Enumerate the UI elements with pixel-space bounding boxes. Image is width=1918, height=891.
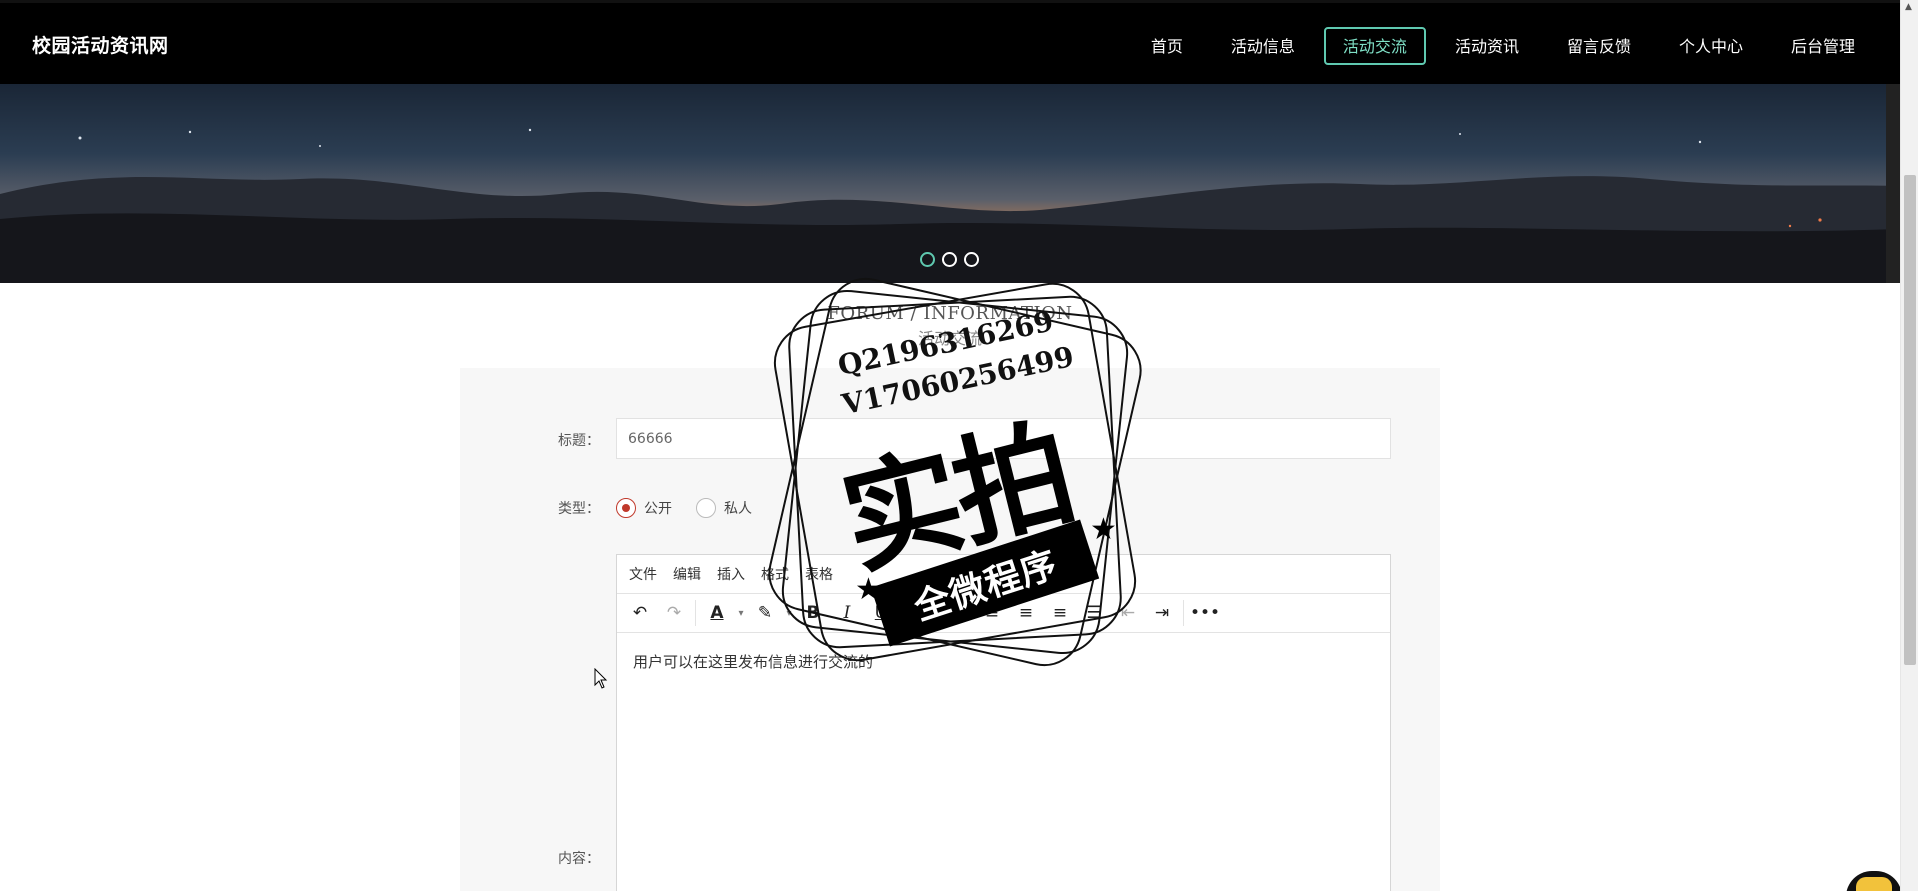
nav-item-admin[interactable]: 后台管理: [1772, 27, 1874, 65]
type-label: 类型：: [558, 501, 600, 517]
carousel-dot-2[interactable]: [942, 252, 957, 267]
forum-post-form: 标题： 类型： 公开 私人 内容： 文件 编辑 插入 格式 表格 ↶: [460, 368, 1440, 891]
toolbar-separator: [1183, 600, 1184, 626]
radio-private[interactable]: 私人: [696, 498, 752, 518]
editor-content[interactable]: 用户可以在这里发布信息进行交流的: [617, 633, 1390, 690]
site-brand[interactable]: 校园活动资讯网: [32, 31, 169, 58]
editor-toolbar: ↶ ↷ A ▾ ✎ ▾ B I U S ☰ ≡ ≡ ≡ ☰ ⇤ ⇥ •••: [617, 594, 1390, 633]
menu-file[interactable]: 文件: [621, 564, 665, 584]
nav-item-home[interactable]: 首页: [1132, 27, 1202, 65]
radio-public-label: 公开: [644, 501, 672, 517]
nav-item-activity-info[interactable]: 活动信息: [1212, 27, 1314, 65]
toolbar-separator: [936, 600, 937, 626]
mouse-cursor-icon: [594, 668, 608, 689]
strikethrough-icon[interactable]: S: [898, 598, 932, 628]
section-title-en: FORUM / INFORMATION: [827, 303, 1073, 324]
align-right-icon[interactable]: ≡: [1043, 598, 1077, 628]
text-color-caret-icon[interactable]: ▾: [734, 608, 748, 619]
banner-edge: [1886, 84, 1900, 283]
italic-icon[interactable]: I: [830, 598, 864, 628]
bullet-list-icon[interactable]: ☰: [941, 598, 975, 628]
undo-icon[interactable]: ↶: [623, 598, 657, 628]
title-label: 标题：: [558, 433, 600, 449]
corner-mascot-icon[interactable]: [1846, 871, 1902, 891]
redo-icon[interactable]: ↷: [657, 598, 691, 628]
menu-table[interactable]: 表格: [797, 564, 841, 584]
carousel-dot-3[interactable]: [964, 252, 979, 267]
main-nav: 首页 活动信息 活动交流 活动资讯 留言反馈 个人中心 后台管理: [1132, 27, 1874, 65]
nav-item-user-center[interactable]: 个人中心: [1660, 27, 1762, 65]
justify-icon[interactable]: ☰: [1077, 598, 1111, 628]
top-navbar: 校园活动资讯网 首页 活动信息 活动交流 活动资讯 留言反馈 个人中心 后台管理: [0, 0, 1900, 84]
menu-format[interactable]: 格式: [753, 564, 797, 584]
title-input[interactable]: [616, 418, 1391, 459]
radio-private-label: 私人: [724, 501, 752, 517]
banner-carousel: [0, 84, 1900, 283]
align-left-icon[interactable]: ≡: [975, 598, 1009, 628]
highlight-caret-icon[interactable]: ▾: [782, 608, 796, 619]
nav-item-feedback[interactable]: 留言反馈: [1548, 27, 1650, 65]
content-label: 内容：: [558, 851, 600, 867]
page-scrollbar[interactable]: ▲: [1900, 0, 1918, 891]
highlight-icon[interactable]: ✎: [748, 598, 782, 628]
scroll-up-arrow-icon[interactable]: ▲: [1905, 2, 1912, 12]
page: 校园活动资讯网 首页 活动信息 活动交流 活动资讯 留言反馈 个人中心 后台管理: [0, 0, 1918, 891]
radio-public-circle[interactable]: [616, 498, 636, 518]
indent-icon[interactable]: ⇥: [1145, 598, 1179, 628]
section-title-cn: 活动交流: [917, 329, 982, 348]
nav-item-activity-forum[interactable]: 活动交流: [1323, 27, 1426, 65]
scroll-thumb[interactable]: [1904, 175, 1916, 665]
rich-text-editor: 文件 编辑 插入 格式 表格 ↶ ↷ A ▾ ✎ ▾ B I U S ☰ ≡ ≡…: [616, 554, 1391, 891]
nav-item-activity-news[interactable]: 活动资讯: [1436, 27, 1538, 65]
type-radio-group: 公开 私人: [616, 498, 752, 518]
editor-menubar: 文件 编辑 插入 格式 表格: [617, 555, 1390, 594]
menu-insert[interactable]: 插入: [709, 564, 753, 584]
carousel-indicators: [920, 252, 979, 267]
menu-edit[interactable]: 编辑: [665, 564, 709, 584]
radio-private-circle[interactable]: [696, 498, 716, 518]
underline-icon[interactable]: U: [864, 598, 898, 628]
align-center-icon[interactable]: ≡: [1009, 598, 1043, 628]
text-color-icon[interactable]: A: [700, 598, 734, 628]
more-icon[interactable]: •••: [1188, 598, 1222, 628]
bold-icon[interactable]: B: [796, 598, 830, 628]
toolbar-separator: [695, 600, 696, 626]
outdent-icon[interactable]: ⇤: [1111, 598, 1145, 628]
carousel-dot-1[interactable]: [920, 252, 935, 267]
radio-public[interactable]: 公开: [616, 498, 672, 518]
